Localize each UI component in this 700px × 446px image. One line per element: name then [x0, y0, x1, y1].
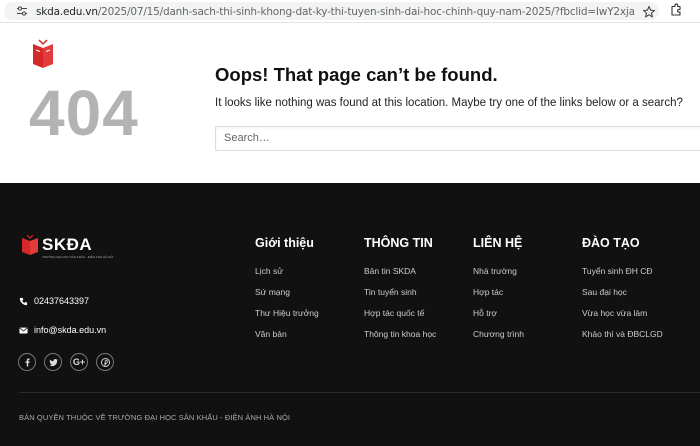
- pinterest-icon[interactable]: [96, 353, 114, 371]
- footer-link-van-ban[interactable]: Văn bản: [255, 329, 319, 339]
- error-code: 404: [29, 77, 139, 149]
- footer-link-sau-dai-hoc[interactable]: Sau đại học: [582, 287, 663, 297]
- site-settings-icon[interactable]: [17, 6, 27, 16]
- footer-link-thong-tin-khoa-hoc[interactable]: Thông tin khoa học: [364, 329, 436, 339]
- footer-column-thong-tin: THÔNG TIN Bản tin SKDA Tin tuyển sinh Hợ…: [364, 235, 436, 339]
- footer-column-lien-he: LIÊN HỆ Nhà trường Hợp tác Hỗ trợ Chương…: [473, 235, 524, 339]
- footer-link-hop-tac-quoc-te[interactable]: Hợp tác quốc tế: [364, 308, 436, 318]
- footer-phone[interactable]: 02437643397: [19, 294, 89, 308]
- footer-logo[interactable]: SKĐA TRƯỜNG ĐẠI HỌC SÂN KHẤU - ĐIỆN ẢNH …: [21, 234, 113, 260]
- footer-link-su-mang[interactable]: Sứ mạng: [255, 287, 319, 297]
- social-links: G+: [18, 353, 122, 371]
- footer-link-khao-thi[interactable]: Khảo thí và ĐBCLGD: [582, 329, 663, 339]
- footer-column-dao-tao: ĐÀO TẠO Tuyển sinh ĐH CĐ Sau đại học Vừa…: [582, 235, 663, 339]
- site-footer: SKĐA TRƯỜNG ĐẠI HỌC SÂN KHẤU - ĐIỆN ẢNH …: [0, 183, 700, 446]
- footer-logo-text: SKĐA: [42, 235, 93, 254]
- url-path: /2025/07/15/danh-sach-thi-sinh-khong-dat…: [97, 6, 634, 18]
- footer-email[interactable]: info@skda.edu.vn: [19, 323, 106, 337]
- page-title: Oops! That page can’t be found.: [215, 64, 498, 85]
- footer-link-hop-tac[interactable]: Hợp tác: [473, 287, 524, 297]
- copyright-text: BẢN QUYỀN THUỘC VỀ TRƯỜNG ĐẠI HỌC SÂN KH…: [19, 413, 291, 422]
- site-logo-icon[interactable]: [31, 38, 55, 70]
- footer-link-ho-tro[interactable]: Hỗ trợ: [473, 308, 524, 318]
- footer-logo-subtext: TRƯỜNG ĐẠI HỌC SÂN KHẤU - ĐIỆN ẢNH HÀ NỘ…: [42, 255, 114, 259]
- bookmark-star-icon[interactable]: [642, 5, 656, 19]
- search-box: [215, 126, 700, 151]
- footer-link-chuong-trinh[interactable]: Chương trình: [473, 329, 524, 339]
- extensions-icon[interactable]: [669, 3, 683, 17]
- footer-column-title: ĐÀO TẠO: [582, 236, 640, 250]
- footer-link-thu-hieu-truong[interactable]: Thư Hiệu trưởng: [255, 308, 319, 318]
- footer-link-lich-su[interactable]: Lịch sử: [255, 266, 319, 276]
- twitter-icon[interactable]: [44, 353, 62, 371]
- footer-column-title: THÔNG TIN: [364, 236, 433, 250]
- envelope-icon: [19, 327, 28, 334]
- footer-column-gioi-thieu: Giới thiệu Lịch sử Sứ mạng Thư Hiệu trưở…: [255, 235, 319, 339]
- footer-link-tuyen-sinh[interactable]: Tuyển sinh ĐH CĐ: [582, 266, 663, 276]
- facebook-icon[interactable]: [18, 353, 36, 371]
- footer-column-title: Giới thiệu: [255, 236, 314, 250]
- browser-toolbar: skda.edu.vn/2025/07/15/danh-sach-thi-sin…: [0, 0, 700, 23]
- footer-divider: [19, 392, 700, 393]
- google-plus-icon[interactable]: G+: [70, 353, 88, 371]
- url-text[interactable]: skda.edu.vn/2025/07/15/danh-sach-thi-sin…: [36, 5, 634, 19]
- error-message: It looks like nothing was found at this …: [215, 97, 683, 109]
- footer-column-title: LIÊN HỆ: [473, 236, 523, 250]
- email-address: info@skda.edu.vn: [34, 325, 107, 335]
- footer-logo-icon: [22, 234, 38, 255]
- footer-link-ban-tin[interactable]: Bản tin SKDA: [364, 266, 436, 276]
- phone-number: 02437643397: [34, 296, 90, 306]
- phone-icon: [19, 297, 28, 305]
- footer-link-vua-hoc-vua-lam[interactable]: Vừa học vừa làm: [582, 308, 663, 318]
- search-input[interactable]: [216, 127, 686, 148]
- url-host: skda.edu.vn: [36, 6, 98, 18]
- footer-link-nha-truong[interactable]: Nhà trường: [473, 266, 524, 276]
- footer-link-tin-tuyen-sinh[interactable]: Tin tuyển sinh: [364, 287, 436, 297]
- address-bar[interactable]: skda.edu.vn/2025/07/15/danh-sach-thi-sin…: [4, 2, 659, 20]
